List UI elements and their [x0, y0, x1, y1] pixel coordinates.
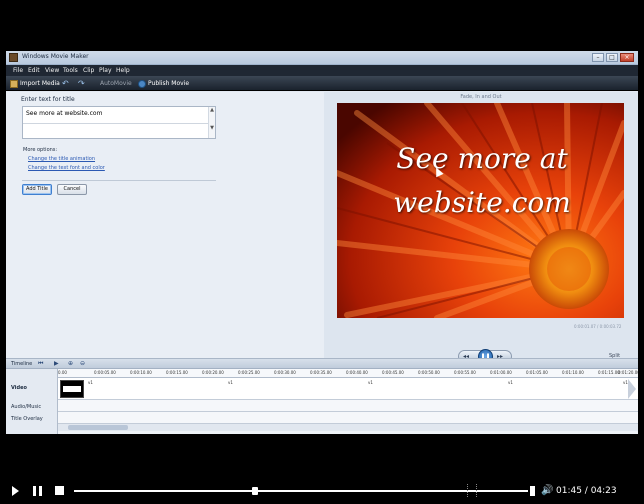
ruler-tick-label: 0:00:25.00	[238, 370, 260, 375]
seek-marker	[467, 484, 477, 497]
speaker-icon[interactable]: 🔊	[541, 485, 553, 497]
ruler-tick-label: 0:01:15.00	[598, 370, 620, 375]
play-timeline-icon[interactable]: ▶	[54, 360, 59, 367]
pause-icon[interactable]	[33, 486, 42, 496]
menu-edit[interactable]: Edit	[28, 67, 40, 74]
volume-slider-thumb[interactable]	[530, 486, 535, 496]
preview-monitor: See more at website.com	[337, 103, 624, 318]
automovie-button[interactable]: AutoMovie	[100, 79, 132, 88]
title-overlay-track-label: Title Overlay	[11, 416, 43, 422]
track-labels: Video Audio/Music Title Overlay	[6, 369, 58, 434]
ruler-tick-label: 0:00:10.00	[130, 370, 152, 375]
movie-maker-window: Windows Movie Maker – □ × File Edit View…	[6, 51, 638, 434]
preview-caption-text: See more at website.com	[393, 142, 571, 219]
textbox-scrollbar[interactable]: ▲ ▼	[208, 107, 215, 138]
clip-thumbnail	[63, 386, 81, 392]
timeline-scroll-thumb[interactable]	[68, 425, 128, 430]
toolbar: Import Media ↶ ↷ AutoMovie Publish Movie	[6, 76, 638, 91]
change-animation-link[interactable]: Change the title animation	[28, 156, 95, 162]
ruler-tick-label: 0:00:05.00	[94, 370, 116, 375]
change-font-link[interactable]: Change the text font and color	[28, 165, 105, 171]
zoom-in-icon[interactable]: ⊕	[68, 360, 73, 367]
video-track[interactable]: v1 v1 v1 v1 v1	[58, 378, 638, 400]
ruler-tick-label: 0:00:45.00	[382, 370, 404, 375]
divider	[22, 180, 216, 181]
close-button[interactable]: ×	[620, 53, 634, 62]
ruler-tick-label: 0:01:05.00	[526, 370, 548, 375]
stop-icon[interactable]	[55, 486, 64, 495]
play-icon[interactable]	[12, 486, 19, 496]
video-clip[interactable]	[60, 380, 84, 398]
ruler-tick-label: 0:01:00.00	[490, 370, 512, 375]
globe-icon	[138, 79, 146, 88]
folder-icon	[10, 79, 18, 88]
menu-bar: File Edit View Tools Clip Play Help	[6, 65, 638, 76]
ruler-tick-label: 0.00	[58, 370, 67, 375]
ruler-tick-label: 0:01:20.00	[618, 370, 638, 375]
minimize-button[interactable]: –	[592, 53, 604, 62]
redo-icon[interactable]: ↷	[78, 79, 85, 88]
title-text-input[interactable]: See more at website.com ▲ ▼	[22, 106, 216, 139]
publish-movie-button[interactable]: Publish Movie	[138, 79, 189, 88]
preview-pane: Fade, In and Out See more at website.com…	[324, 92, 638, 386]
menu-clip[interactable]: Clip	[83, 67, 94, 74]
ruler-tick-label: 0:00:55.00	[454, 370, 476, 375]
timeline-panel: Timeline ⏮ ▶ ⊕ ⊖ 0.00 0:00:05.00 0:00:10.0…	[6, 358, 638, 434]
timeline-dropdown[interactable]: Timeline	[11, 361, 32, 367]
clip-mark-label: v1	[508, 380, 513, 385]
title-task-pane: Enter text for title See more at website…	[6, 92, 324, 358]
import-media-button[interactable]: Import Media	[10, 79, 60, 88]
player-seek-thumb[interactable]	[252, 487, 259, 495]
title-overlay-track[interactable]	[58, 412, 638, 424]
clip-mark-label: v1	[368, 380, 373, 385]
clip-mark-label: v1	[88, 380, 93, 385]
ruler-tick-label: 0:00:30.00	[274, 370, 296, 375]
window-title: Windows Movie Maker	[22, 53, 89, 60]
zoom-out-icon[interactable]: ⊖	[80, 360, 85, 367]
player-seek-bar[interactable]	[74, 490, 528, 492]
timeline-ruler[interactable]: 0.00 0:00:05.00 0:00:10.00 0:00:15.00 0:00:2…	[58, 369, 638, 378]
timeline-toolbar: Timeline ⏮ ▶ ⊕ ⊖	[6, 359, 638, 369]
ruler-tick-label: 0:00:35.00	[310, 370, 332, 375]
maximize-button[interactable]: □	[606, 53, 618, 62]
menu-play[interactable]: Play	[99, 67, 112, 74]
film-icon	[9, 53, 18, 62]
undo-icon[interactable]: ↶	[62, 79, 69, 88]
rewind-timeline-icon[interactable]: ⏮	[38, 360, 43, 368]
ruler-tick-label: 0:00:50.00	[418, 370, 440, 375]
ruler-tick-label: 0:00:40.00	[346, 370, 368, 375]
ruler-tick-label: 0:00:15.00	[166, 370, 188, 375]
track-end-marker	[628, 379, 636, 399]
textbox-line	[23, 123, 208, 124]
title-bar: Windows Movie Maker – □ ×	[6, 51, 638, 65]
ruler-tick-label: 0:00:20.00	[202, 370, 224, 375]
preview-time-readout: 0:00:01.07 / 0:00:03.72	[574, 324, 622, 329]
ruler-tick-label: 0:01:10.00	[562, 370, 584, 375]
cancel-button[interactable]: Cancel	[57, 184, 87, 195]
timeline-scrollbar[interactable]	[58, 424, 638, 431]
menu-tools[interactable]: Tools	[63, 67, 78, 74]
player-time: 01:45 / 04:23	[556, 486, 617, 496]
add-title-button[interactable]: Add Title	[22, 184, 52, 195]
audio-track-label: Audio/Music	[11, 404, 42, 410]
effect-label: Fade, In and Out	[460, 94, 502, 100]
menu-file[interactable]: File	[13, 67, 23, 74]
audio-track[interactable]	[58, 400, 638, 412]
title-text-value: See more at website.com	[26, 110, 103, 117]
menu-view[interactable]: View	[45, 67, 59, 74]
more-options-label: More options:	[23, 147, 58, 153]
video-track-label: Video	[11, 385, 27, 391]
title-prompt-label: Enter text for title	[21, 96, 75, 103]
video-player: Windows Movie Maker – □ × File Edit View…	[0, 0, 644, 504]
clip-mark-label: v1	[228, 380, 233, 385]
menu-help[interactable]: Help	[116, 67, 130, 74]
